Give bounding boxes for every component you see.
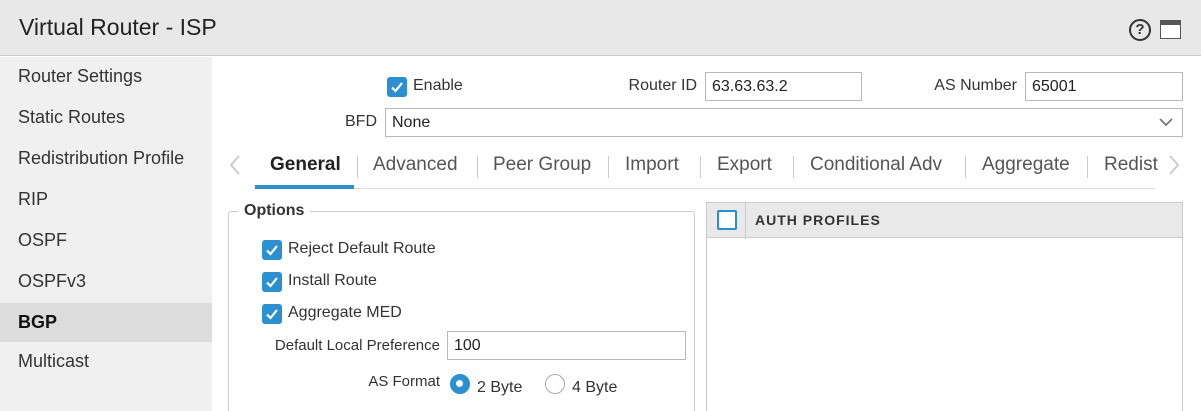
window-title: Virtual Router - ISP	[19, 14, 217, 40]
as-format-4byte-radio[interactable]	[545, 374, 565, 394]
tab-separator	[477, 156, 478, 178]
as-number-input[interactable]	[1025, 72, 1183, 101]
column-divider	[745, 203, 746, 239]
reject-default-route-checkbox[interactable]	[262, 240, 282, 260]
sidebar-item-rip[interactable]: RIP	[0, 180, 212, 219]
tab-general[interactable]: General	[270, 145, 341, 189]
help-icon[interactable]: ?	[1129, 19, 1151, 41]
tab-separator	[1087, 156, 1088, 178]
default-local-preference-label: Default Local Preference	[274, 337, 440, 354]
tab-export[interactable]: Export	[717, 145, 772, 189]
select-all-checkbox[interactable]	[717, 210, 737, 230]
active-tab-indicator	[255, 185, 354, 189]
window-titlebar: Virtual Router - ISP ?	[0, 0, 1201, 56]
tab-import[interactable]: Import	[625, 145, 679, 189]
auth-profiles-column-header[interactable]: AUTH PROFILES	[755, 212, 881, 228]
tab-separator	[357, 156, 358, 178]
install-route-label: Install Route	[288, 272, 377, 289]
sidebar-item-redistribution-profile[interactable]: Redistribution Profile	[0, 139, 212, 178]
enable-checkbox[interactable]	[387, 77, 407, 97]
router-id-input[interactable]	[705, 72, 862, 101]
as-number-label: AS Number	[934, 77, 1017, 94]
sidebar-item-ospf[interactable]: OSPF	[0, 221, 212, 260]
tab-separator	[793, 156, 794, 178]
install-route-checkbox[interactable]	[262, 272, 282, 292]
sidebar-item-router-settings[interactable]: Router Settings	[0, 57, 212, 96]
sidebar: Router Settings Static Routes Redistribu…	[0, 57, 212, 411]
reject-default-route-label: Reject Default Route	[288, 240, 436, 257]
tab-bar: General Advanced Peer Group Import Expor…	[222, 145, 1190, 190]
as-format-4byte-label: 4 Byte	[572, 379, 618, 396]
bfd-value: None	[392, 114, 431, 131]
default-local-preference-input[interactable]	[447, 331, 686, 360]
tab-peer-group[interactable]: Peer Group	[493, 145, 591, 189]
aggregate-med-label: Aggregate MED	[288, 304, 402, 321]
chevron-right-icon[interactable]	[1167, 153, 1181, 177]
sidebar-item-static-routes[interactable]: Static Routes	[0, 98, 212, 137]
table-header: AUTH PROFILES	[707, 202, 1182, 239]
tab-conditional-adv[interactable]: Conditional Adv	[810, 145, 942, 189]
router-id-label: Router ID	[628, 77, 697, 94]
bfd-select[interactable]: None	[385, 108, 1183, 137]
tab-separator	[608, 156, 609, 178]
auth-profiles-table: AUTH PROFILES	[706, 202, 1183, 411]
sidebar-item-bgp[interactable]: BGP	[0, 303, 212, 342]
tab-advanced[interactable]: Advanced	[373, 145, 458, 189]
tab-separator	[700, 156, 701, 178]
as-format-2byte-label: 2 Byte	[477, 379, 523, 396]
maximize-icon[interactable]	[1160, 20, 1181, 39]
chevron-left-icon[interactable]	[228, 153, 242, 177]
enable-label: Enable	[413, 77, 463, 94]
options-legend: Options	[238, 202, 311, 220]
tab-separator	[965, 156, 966, 178]
as-format-2byte-radio[interactable]	[450, 374, 470, 394]
sidebar-item-multicast[interactable]: Multicast	[0, 342, 212, 381]
tab-aggregate[interactable]: Aggregate	[982, 145, 1070, 189]
as-format-label: AS Format	[368, 373, 440, 390]
tab-redist[interactable]: Redist	[1104, 145, 1162, 189]
sidebar-item-ospfv3[interactable]: OSPFv3	[0, 262, 212, 301]
chevron-down-icon	[1159, 118, 1173, 127]
aggregate-med-checkbox[interactable]	[262, 304, 282, 324]
bfd-label: BFD	[345, 113, 377, 130]
